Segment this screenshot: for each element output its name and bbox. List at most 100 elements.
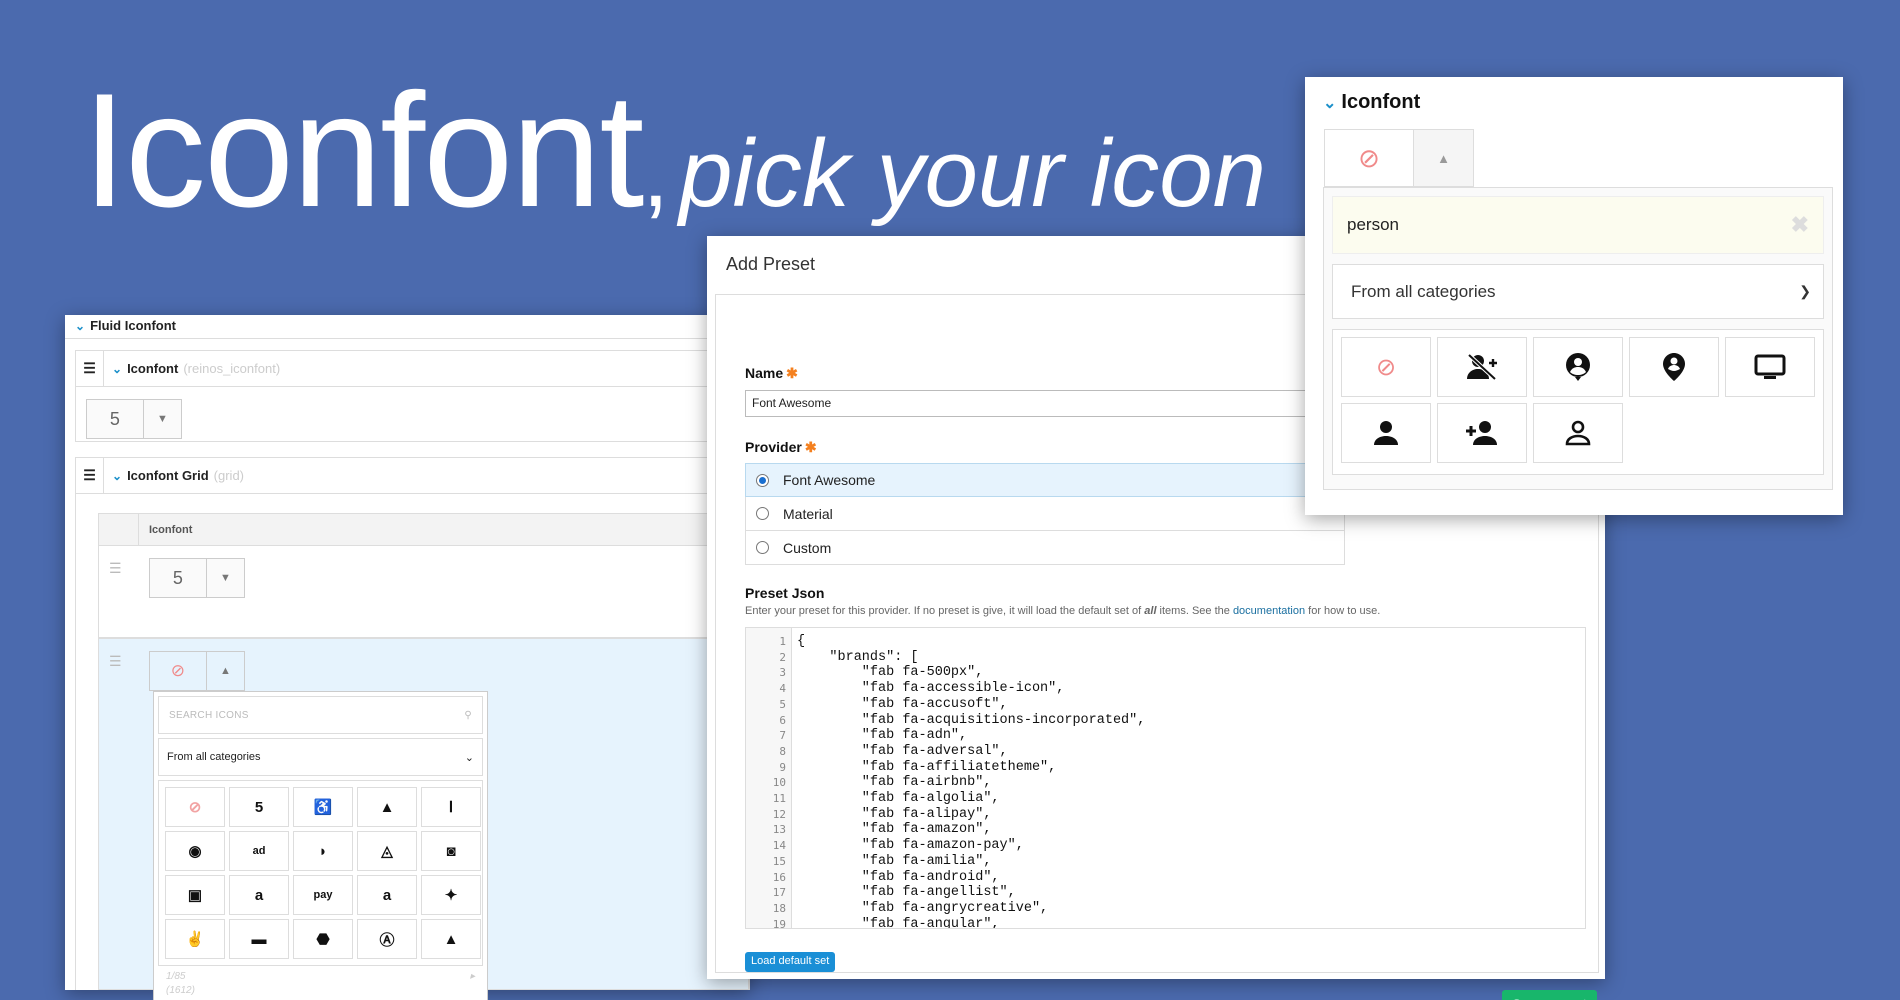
- code-line[interactable]: "fab fa-adversal",: [797, 744, 1145, 760]
- code-line[interactable]: "fab fa-acquisitions-incorporated",: [797, 713, 1146, 729]
- brand-icon[interactable]: ✦: [421, 875, 481, 915]
- icon-picker[interactable]: ⊘ ▲: [149, 651, 245, 691]
- brand-icon[interactable]: ◙: [421, 831, 481, 871]
- brand-icon[interactable]: ◉: [165, 831, 225, 871]
- code-line[interactable]: "fab fa-alipay",: [797, 807, 1145, 823]
- selected-icon[interactable]: 5: [150, 559, 207, 597]
- documentation-link[interactable]: documentation: [1233, 605, 1305, 617]
- name-field[interactable]: Font Awesome: [745, 390, 1345, 417]
- user-circle-icon[interactable]: [1533, 337, 1623, 397]
- radio-checked-icon[interactable]: [756, 473, 769, 487]
- caret-down-icon[interactable]: ▼: [144, 400, 181, 438]
- icon-picker[interactable]: ⊘ ▲: [1324, 129, 1474, 187]
- icon-picker[interactable]: 5 ▼: [86, 399, 182, 439]
- chevron-down-icon[interactable]: ⌄: [75, 319, 85, 333]
- icon-dropdown: person ✖ From all categories ❯ ⊘: [1323, 187, 1833, 490]
- code-line[interactable]: "fab fa-accusoft",: [797, 697, 1145, 713]
- brand-icon[interactable]: pay: [293, 875, 353, 915]
- code-line[interactable]: "fab fa-angrycreative",: [797, 901, 1145, 917]
- person-add-icon[interactable]: [1437, 403, 1527, 463]
- map-pin-user-icon[interactable]: [1629, 337, 1719, 397]
- brand-icon[interactable]: ▲: [421, 919, 481, 959]
- ban-icon[interactable]: ⊘: [165, 787, 225, 827]
- code-line[interactable]: "brands": [: [797, 650, 1145, 666]
- drag-handle-icon[interactable]: ☰: [76, 350, 104, 387]
- selected-icon[interactable]: 5: [87, 400, 144, 438]
- brand-icon[interactable]: ◗: [293, 831, 353, 871]
- code-line[interactable]: "fab fa-angellist",: [797, 885, 1145, 901]
- code-line[interactable]: "fab fa-amazon",: [797, 822, 1145, 838]
- code-line[interactable]: "fab fa-500px",: [797, 665, 1145, 681]
- save-preset-button[interactable]: Save preset: [1502, 990, 1597, 1000]
- radio-material[interactable]: Material: [745, 497, 1345, 531]
- ban-icon[interactable]: ⊘: [1341, 337, 1431, 397]
- brand-icon[interactable]: a: [357, 875, 417, 915]
- brand-icon[interactable]: ▲: [357, 787, 417, 827]
- code-line[interactable]: "fab fa-accessible-icon",: [797, 681, 1145, 697]
- line-number: 1: [779, 635, 786, 648]
- brand-icon[interactable]: ✌: [165, 919, 225, 959]
- ban-icon[interactable]: ⊘: [1325, 130, 1414, 186]
- panel-title: Iconfont: [1341, 91, 1421, 113]
- person-slash-icon[interactable]: [1437, 337, 1527, 397]
- brand-icon[interactable]: ad: [229, 831, 289, 871]
- radio-custom[interactable]: Custom: [745, 531, 1345, 565]
- chevron-down-icon[interactable]: ⌄: [1323, 93, 1336, 113]
- iconfont-section: ☰ ⌄ Iconfont (reinos_iconfont) 5 ▼: [75, 350, 750, 442]
- code-line[interactable]: "fab fa-affiliatetheme",: [797, 760, 1145, 776]
- ban-icon[interactable]: ⊘: [150, 652, 207, 690]
- caret-up-icon[interactable]: ▲: [207, 652, 244, 690]
- table-row: ☰ ⊘ ▲ SEARCH ICONS ⚲ From all categories ⌄…: [99, 638, 748, 1000]
- json-code-editor[interactable]: 1 2 3 4 5 6 7 8 9 10 11 12 13 14 15 16 17 18 19 { "brands"…: [745, 627, 1586, 929]
- code-line[interactable]: "fab fa-airbnb",: [797, 775, 1145, 791]
- search-input[interactable]: person ✖: [1332, 196, 1824, 254]
- code-line[interactable]: "fab fa-amilia",: [797, 854, 1145, 870]
- section-hint: (reinos_iconfont): [183, 361, 281, 376]
- provider-label: Provider ✱: [745, 439, 817, 455]
- code-line[interactable]: "fab fa-angular",: [797, 917, 1145, 928]
- chevron-down-icon[interactable]: ⌄: [112, 469, 122, 483]
- category-select[interactable]: From all categories ⌄: [158, 738, 483, 776]
- line-number: 18: [772, 901, 786, 915]
- radio-unchecked-icon[interactable]: [756, 541, 769, 554]
- line-number: 10: [772, 776, 786, 790]
- brand-icon[interactable]: a: [229, 875, 289, 915]
- code-line[interactable]: "fab fa-algolia",: [797, 791, 1145, 807]
- monitor-icon[interactable]: [1725, 337, 1815, 397]
- brand-icon[interactable]: ▣: [165, 875, 225, 915]
- person-icon[interactable]: [1341, 403, 1431, 463]
- caret-down-icon[interactable]: ▼: [207, 559, 244, 597]
- required-icon: ✱: [786, 365, 798, 381]
- line-number: 6: [779, 713, 786, 727]
- brand-icon[interactable]: ⬣: [293, 919, 353, 959]
- code-line[interactable]: "fab fa-android",: [797, 870, 1145, 886]
- drag-handle-icon[interactable]: ☰: [109, 653, 122, 670]
- code-content[interactable]: { "brands": [ "fab fa-500px", "fab fa-ac…: [792, 628, 1145, 928]
- drag-handle-icon[interactable]: ☰: [76, 457, 104, 494]
- brand-icon[interactable]: ♿: [293, 787, 353, 827]
- search-placeholder: SEARCH ICONS: [169, 709, 249, 721]
- line-number: 16: [772, 870, 786, 884]
- chevron-down-icon[interactable]: ⌄: [112, 362, 122, 376]
- icon-picker[interactable]: 5 ▼: [149, 558, 245, 598]
- category-select[interactable]: From all categories ❯: [1332, 264, 1824, 319]
- caret-up-icon[interactable]: ▲: [1414, 130, 1473, 186]
- load-default-set-button[interactable]: Load default set: [745, 952, 836, 972]
- search-input[interactable]: SEARCH ICONS ⚲: [158, 696, 483, 734]
- brand-icon[interactable]: ▬: [229, 919, 289, 959]
- code-line[interactable]: "fab fa-adn",: [797, 728, 1145, 744]
- person-outline-icon[interactable]: [1533, 403, 1623, 463]
- drag-handle-icon[interactable]: ☰: [109, 560, 122, 577]
- brand-icon[interactable]: Ⓐ: [357, 919, 417, 959]
- next-page-icon[interactable]: ▸: [470, 970, 475, 984]
- code-line[interactable]: {: [797, 634, 1145, 650]
- radio-font-awesome[interactable]: Font Awesome: [745, 463, 1345, 497]
- line-number: 12: [772, 807, 786, 821]
- brand-icon[interactable]: 5: [229, 787, 289, 827]
- brand-icon[interactable]: Ⅰ: [421, 787, 481, 827]
- code-line[interactable]: "fab fa-amazon-pay",: [797, 838, 1145, 854]
- category-select-value: From all categories: [1351, 281, 1496, 301]
- radio-unchecked-icon[interactable]: [756, 507, 769, 520]
- clear-icon[interactable]: ✖: [1791, 212, 1809, 238]
- brand-icon[interactable]: ◬: [357, 831, 417, 871]
